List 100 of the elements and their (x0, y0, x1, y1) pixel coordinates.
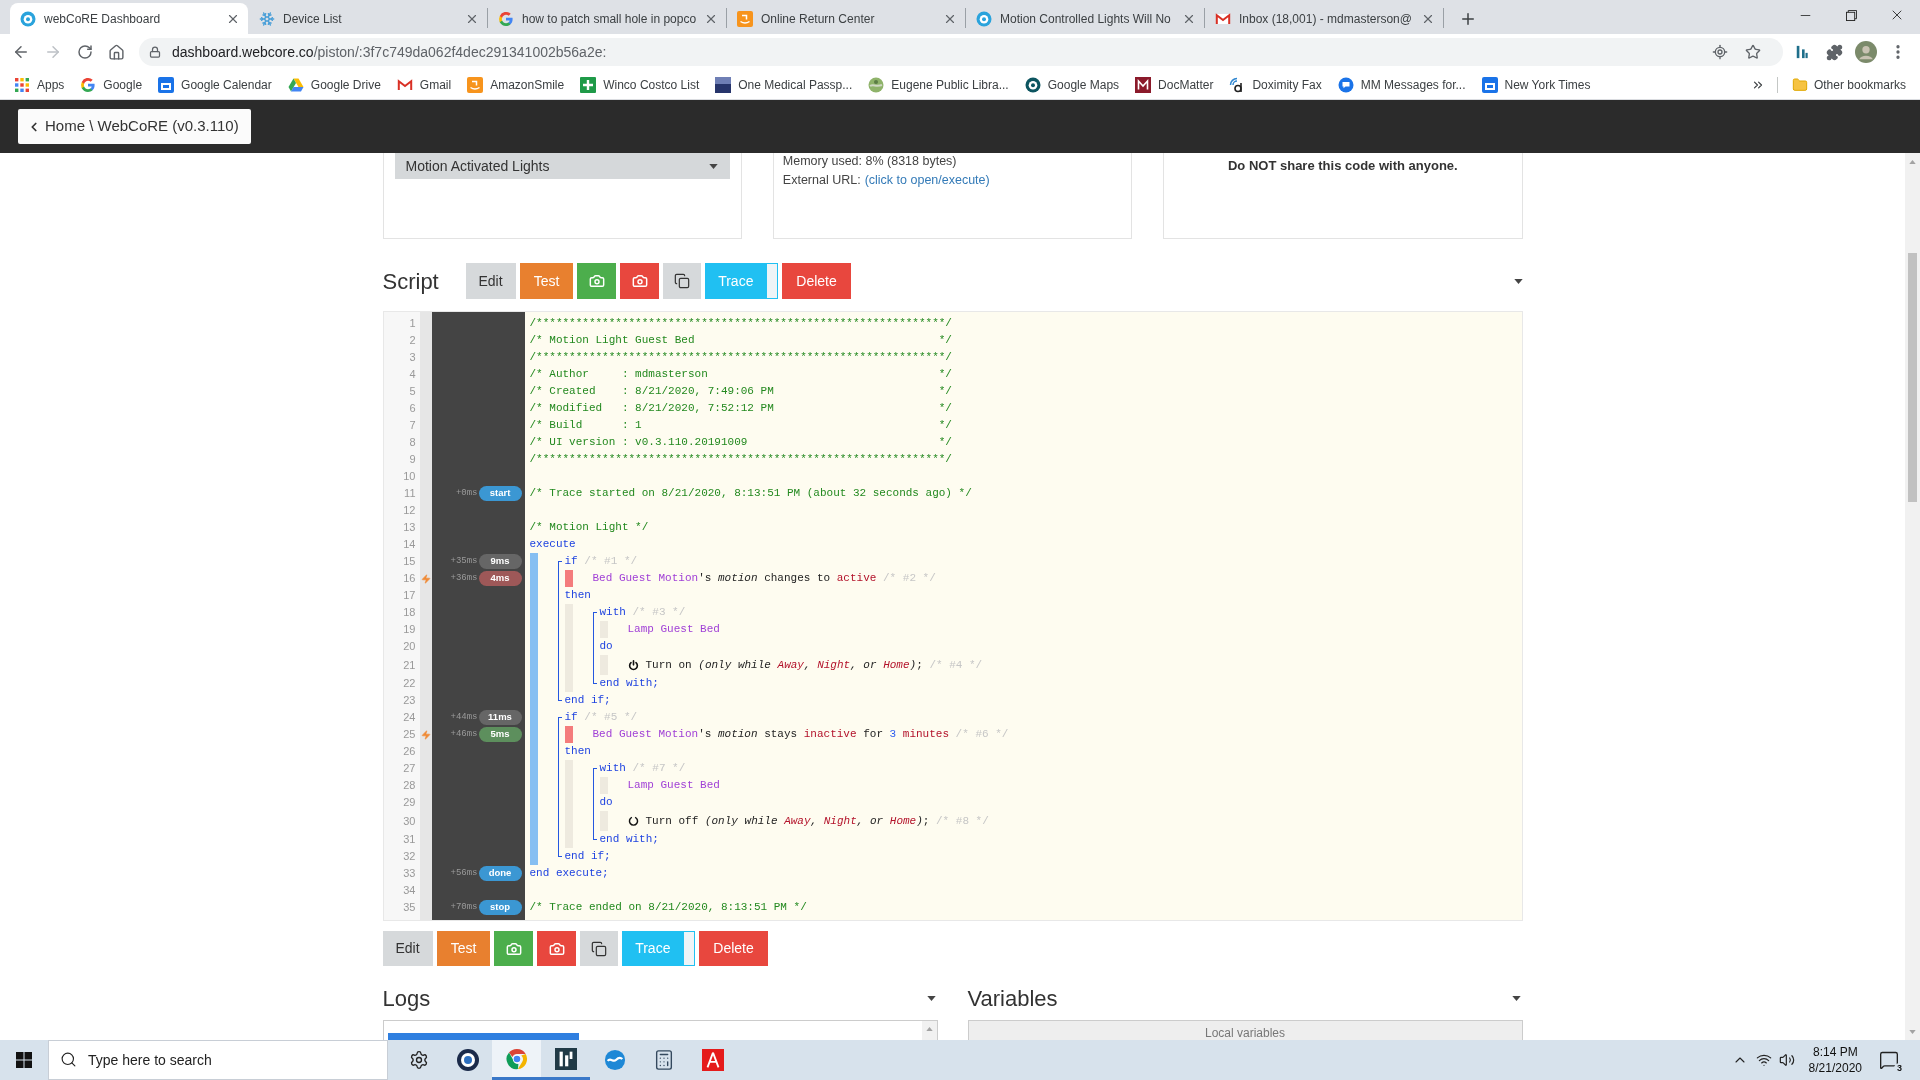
browser-tab[interactable]: webCoRE Dashboard (10, 3, 248, 34)
line-number: 15 (403, 554, 416, 570)
external-url-link[interactable]: (click to open/execute) (864, 172, 990, 188)
code-line: end if; (564, 694, 611, 707)
speaker-icon[interactable] (1778, 1052, 1795, 1068)
code-line: execute (529, 538, 576, 551)
code-line: end with; (599, 833, 659, 846)
bookmark-item[interactable]: MM Messages for... (1337, 75, 1466, 94)
snapshot-button[interactable] (620, 263, 660, 299)
trace-badge: stop (478, 900, 522, 915)
snowflake-icon (259, 10, 275, 27)
settings-icon[interactable] (408, 1050, 429, 1070)
block-bracket (592, 768, 597, 840)
windows-logo-icon[interactable] (16, 1052, 32, 1068)
bookmark-item[interactable]: Doximity Fax (1229, 75, 1322, 94)
scroll-thumb[interactable] (1908, 253, 1917, 502)
round-logo-icon (1024, 76, 1041, 93)
trace-toggle[interactable] (683, 931, 696, 966)
bookmark-item[interactable]: Eugene Public Libra... (868, 75, 1009, 94)
tile-logo-icon[interactable] (701, 1049, 724, 1071)
action-button[interactable]: Delete (699, 931, 768, 966)
bookmark-item[interactable]: Google Calendar (158, 75, 272, 94)
action-button[interactable]: Delete (782, 263, 851, 299)
caret-icon[interactable] (926, 996, 936, 1001)
code-line: end if; (564, 850, 611, 863)
snapshot-button[interactable] (537, 931, 577, 966)
line-number: 23 (403, 693, 416, 709)
code-line: do (599, 796, 613, 809)
browser-tab[interactable]: how to patch small hole in popco (488, 3, 726, 34)
edit-button[interactable]: Edit (382, 931, 433, 966)
trace-toggle[interactable] (766, 263, 779, 299)
camera-icon (631, 273, 648, 289)
trace-offset: +46ms (450, 727, 478, 741)
extensions-icon[interactable] (1825, 43, 1843, 61)
caret-icon[interactable] (708, 163, 718, 169)
globe-icon (868, 76, 885, 93)
tile-logo-icon[interactable] (554, 1047, 577, 1070)
code-line: end with; (599, 677, 659, 690)
bookmark-item[interactable]: Google Maps (1024, 75, 1120, 94)
reload-icon[interactable] (77, 44, 93, 60)
edit-button[interactable]: Edit (465, 263, 516, 299)
bookmark-item[interactable]: One Medical Passp... (715, 75, 853, 94)
snapshot-button[interactable] (577, 263, 617, 299)
line-number: 18 (403, 605, 416, 621)
search-field[interactable]: Type here to search (48, 1040, 388, 1080)
smile-tile-icon (737, 10, 753, 27)
network-icon[interactable] (1755, 1052, 1772, 1068)
line-number: 34 (403, 883, 416, 899)
duplicate-button[interactable] (580, 931, 619, 966)
bookmark-item[interactable]: Winco Costco List (580, 75, 700, 94)
bookmark-item[interactable]: AmazonSmile (467, 75, 565, 94)
line-number: 9 (409, 452, 416, 468)
line-number: 6 (409, 401, 416, 417)
location-icon[interactable] (1712, 44, 1728, 60)
browser-tab[interactable]: Motion Controlled Lights Will No (966, 3, 1204, 34)
browser-tab[interactable]: Inbox (18,001) - mdmasterson@ (1205, 3, 1443, 34)
notification-icon[interactable] (1879, 1050, 1899, 1070)
home-button[interactable]: Home \ WebCoRE (v0.3.110) (18, 109, 251, 144)
round-logo-icon (976, 10, 992, 27)
bookmark-item[interactable]: Google Drive (287, 75, 381, 94)
line-number: 25 (403, 727, 416, 743)
code-line: do (599, 640, 613, 653)
browser-tab[interactable]: Online Return Center (727, 3, 965, 34)
duplicate-button[interactable] (663, 263, 702, 299)
camera-icon (548, 940, 565, 957)
trace-offset: +35ms (450, 554, 478, 568)
caret-icon[interactable] (1513, 278, 1523, 284)
bookmark-folder[interactable]: Other bookmarks (1791, 75, 1906, 94)
caret-icon[interactable] (1511, 996, 1521, 1001)
bars-logo-icon[interactable] (1795, 44, 1809, 60)
g-logo-icon (80, 76, 97, 93)
bookmark-star-icon[interactable] (1745, 44, 1761, 60)
line-number: 31 (403, 832, 416, 848)
m-tile-icon (1135, 76, 1152, 93)
wave-logo-icon[interactable] (603, 1049, 626, 1071)
line-number: 26 (403, 744, 416, 760)
code-line: /* UI version : v0.3.110.20191009 */ (529, 436, 952, 449)
home-icon[interactable] (108, 43, 125, 61)
bookmark-item[interactable]: DocMatter (1135, 75, 1214, 94)
chat-bubble-icon (1337, 76, 1354, 93)
square-logo-icon (715, 76, 732, 93)
active-app-tile[interactable] (492, 1040, 541, 1080)
trace-badge: 11ms (478, 710, 522, 725)
address-bar[interactable]: dashboard.webcore.co/piston/:3f7c749da062f4dec291341002b56a2e: (139, 38, 1783, 66)
snapshot-button[interactable] (494, 931, 534, 966)
code-line: /* Created : 8/21/2020, 7:49:06 PM */ (529, 385, 952, 398)
lock-icon (149, 46, 161, 58)
bookmark-item[interactable]: New York Times (1481, 75, 1591, 94)
back-icon[interactable] (12, 43, 30, 61)
bookmark-item[interactable]: Gmail (396, 75, 452, 94)
line-number: 21 (403, 657, 416, 673)
avatar-icon[interactable] (1855, 41, 1877, 63)
bookmark-item[interactable]: Apps (14, 75, 65, 94)
piston-select[interactable]: Motion Activated Lights (394, 153, 730, 179)
code-line: /* Author : mdmasterson */ (529, 368, 952, 381)
browser-logo-icon (505, 1047, 528, 1070)
restore-icon[interactable] (1845, 9, 1857, 21)
bookmark-item[interactable]: Google (80, 75, 143, 94)
browser-tab[interactable]: Device List (249, 3, 487, 34)
round-logo-icon[interactable] (455, 1048, 480, 1072)
